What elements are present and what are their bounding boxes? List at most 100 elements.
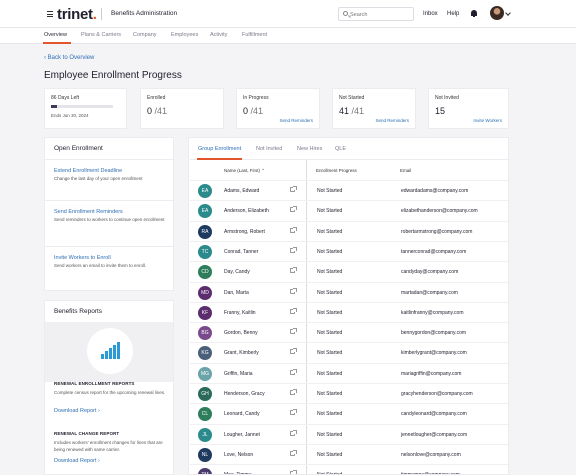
send-reminders-link-2[interactable]: Send Reminders: [375, 118, 409, 123]
external-link-icon[interactable]: [290, 287, 297, 294]
search-box[interactable]: [338, 7, 414, 21]
employee-name[interactable]: Dan, Marta: [224, 290, 249, 296]
invite-workers-link[interactable]: Invite Workers: [473, 118, 502, 123]
menu-icon[interactable]: [47, 11, 53, 19]
not-started-label: Not Started: [339, 95, 365, 101]
external-link-icon[interactable]: [290, 307, 297, 314]
nav-activity[interactable]: Activity: [210, 32, 227, 38]
extend-deadline-link[interactable]: Extend Enrollment Deadline: [54, 168, 122, 174]
download-report-link[interactable]: Download Report ›: [54, 408, 100, 414]
table-row[interactable]: KF Franny, Kaitlin Not Started kaitlinfrann…: [190, 301, 508, 322]
help-link[interactable]: Help: [447, 11, 459, 17]
avatar[interactable]: [490, 6, 504, 20]
external-link-icon[interactable]: [290, 246, 297, 253]
table-row[interactable]: BG Gordon, Benny Not Started bennygordon@co…: [190, 322, 508, 342]
employee-name[interactable]: Henderson, Gracy: [224, 391, 265, 397]
external-link-icon[interactable]: [290, 449, 297, 456]
employee-name[interactable]: Anderson, Elizabeth: [224, 208, 269, 214]
employee-avatar: TC: [198, 244, 212, 259]
open-enrollment-panel: Open Enrollment Extend Enrollment Deadli…: [44, 137, 174, 291]
renewal-change-report-desc: Includes workers' enrollment changes for…: [54, 440, 163, 452]
table-row[interactable]: MG Griffin, Maria Not Started mariagriffin@…: [190, 362, 508, 383]
employee-avatar: MD: [198, 285, 212, 300]
employee-avatar: CL: [198, 407, 212, 422]
employee-name[interactable]: Lougher, Jannet: [224, 432, 260, 438]
tab-not-invited[interactable]: Not Invited: [256, 146, 282, 152]
send-reminders-link[interactable]: Send Reminders: [279, 118, 313, 123]
external-link-icon[interactable]: [290, 429, 297, 436]
search-input[interactable]: [350, 10, 410, 19]
table-row[interactable]: JL Lougher, Jannet Not Started jennetloughe…: [190, 423, 508, 444]
enrolled-label: Enrolled: [147, 95, 166, 101]
invite-workers-to-enroll-link[interactable]: Invite Workers to Enroll: [54, 255, 111, 261]
external-link-icon[interactable]: [290, 368, 297, 375]
external-link-icon[interactable]: [290, 328, 297, 335]
external-link-icon[interactable]: [290, 186, 297, 192]
table-row[interactable]: CD Day, Candy Not Started candyday@company.…: [190, 261, 508, 281]
external-link-icon[interactable]: [290, 206, 297, 213]
employee-avatar: KG: [198, 346, 212, 361]
nav-fulfillment[interactable]: Fulfillment: [242, 32, 267, 38]
external-link-icon[interactable]: [290, 409, 297, 416]
table-row[interactable]: RA Armstrong, Robert Not Started robertarms…: [190, 220, 508, 241]
tab-group-enrollment[interactable]: Group Enrollment: [198, 146, 241, 152]
employee-name[interactable]: Franny, Kaitlin: [224, 310, 256, 316]
nav-employees[interactable]: Employees: [171, 32, 198, 38]
table-row[interactable]: NL Love, Nelson Not Started nelsonlove@comp…: [190, 443, 508, 464]
inbox-link[interactable]: Inbox: [423, 11, 438, 17]
col-header-email: Email: [400, 168, 412, 173]
table-row[interactable]: GH Henderson, Gracy Not Started gracyhender…: [190, 383, 508, 403]
chevron-down-icon[interactable]: [505, 10, 511, 16]
employee-name[interactable]: Adams, Edward: [224, 188, 259, 194]
brand-logo[interactable]: trinet.: [57, 6, 97, 23]
col-header-name[interactable]: Name (Last, First) ⌃: [224, 168, 265, 174]
employee-name[interactable]: Conrad, Tanner: [224, 249, 258, 255]
employee-name[interactable]: Grant, Kimberly: [224, 350, 259, 356]
table-row[interactable]: CL Leonard, Candy Not Started candyleonard@…: [190, 403, 508, 423]
table-row[interactable]: EA Adams, Edward Not Started edwardadams@co…: [190, 180, 508, 200]
external-link-icon[interactable]: [290, 267, 297, 274]
employee-name[interactable]: Gordon, Benny: [224, 330, 258, 336]
download-report-link-2[interactable]: Download Report ›: [54, 458, 100, 464]
not-invited-value: 15: [435, 106, 446, 116]
send-enrollment-reminders-link[interactable]: Send Enrollment Reminders: [54, 209, 123, 215]
logo-divider: [101, 8, 102, 20]
employee-email: bennygordon@company.com: [401, 330, 467, 337]
tab-new-hires[interactable]: New Hires: [297, 146, 322, 152]
in-progress-card: In Progress 0 /41 Send Reminders: [236, 88, 320, 129]
bell-icon[interactable]: [471, 10, 477, 17]
enrollment-status: Not Started: [317, 309, 343, 316]
external-link-icon[interactable]: [290, 226, 297, 233]
table-row[interactable]: TC Conrad, Tanner Not Started tannerconrad@…: [190, 240, 508, 261]
table-row[interactable]: MD Dan, Marta Not Started martadan@company.…: [190, 281, 508, 302]
app-name: Benefits Administration: [111, 10, 178, 17]
benefits-reports-panel: Benefits Reports RENEWAL ENROLLMENT REPO…: [44, 300, 174, 475]
benefits-reports-title: Benefits Reports: [54, 308, 103, 315]
deadline-progress-fill: [51, 105, 57, 108]
employee-email: tannerconrad@company.com: [401, 248, 467, 255]
tab-qle[interactable]: QLE: [335, 146, 346, 152]
employee-name[interactable]: Griffin, Maria: [224, 371, 253, 377]
open-enrollment-title: Open Enrollment: [54, 145, 103, 152]
extend-deadline-desc: Change the last day of your open enrollm…: [54, 176, 143, 181]
employee-avatar: GH: [198, 387, 212, 401]
back-link[interactable]: ‹ Back to Overview: [44, 55, 94, 61]
external-link-icon[interactable]: [290, 348, 297, 355]
table-row[interactable]: EA Anderson, Elizabeth Not Started elizabet…: [190, 200, 508, 220]
external-link-icon[interactable]: [290, 389, 297, 395]
nav-company[interactable]: Company: [133, 32, 157, 38]
bar-chart-icon: [101, 342, 121, 359]
employee-name[interactable]: Armstrong, Robert: [224, 229, 265, 235]
employee-avatar: EA: [198, 184, 212, 198]
employee-name[interactable]: Love, Nelson: [224, 452, 253, 458]
employee-email: kimberlygrant@company.com: [401, 350, 467, 357]
table-row[interactable]: KG Grant, Kimberly Not Started kimberlygran…: [190, 342, 508, 362]
employee-name[interactable]: Day, Candy: [224, 269, 250, 275]
page-title: Employee Enrollment Progress: [44, 70, 182, 81]
invite-workers-desc: Send workers an email to invite them to …: [54, 263, 147, 268]
nav-overview[interactable]: Overview: [44, 32, 67, 38]
employee-name[interactable]: Leonard, Candy: [224, 411, 260, 417]
external-link-icon[interactable]: [290, 470, 297, 474]
table-row[interactable]: TMMoe, TimmyNot Startedtimmymoe@company.…: [190, 464, 508, 474]
nav-plans-carriers[interactable]: Plans & Carriers: [81, 32, 121, 38]
